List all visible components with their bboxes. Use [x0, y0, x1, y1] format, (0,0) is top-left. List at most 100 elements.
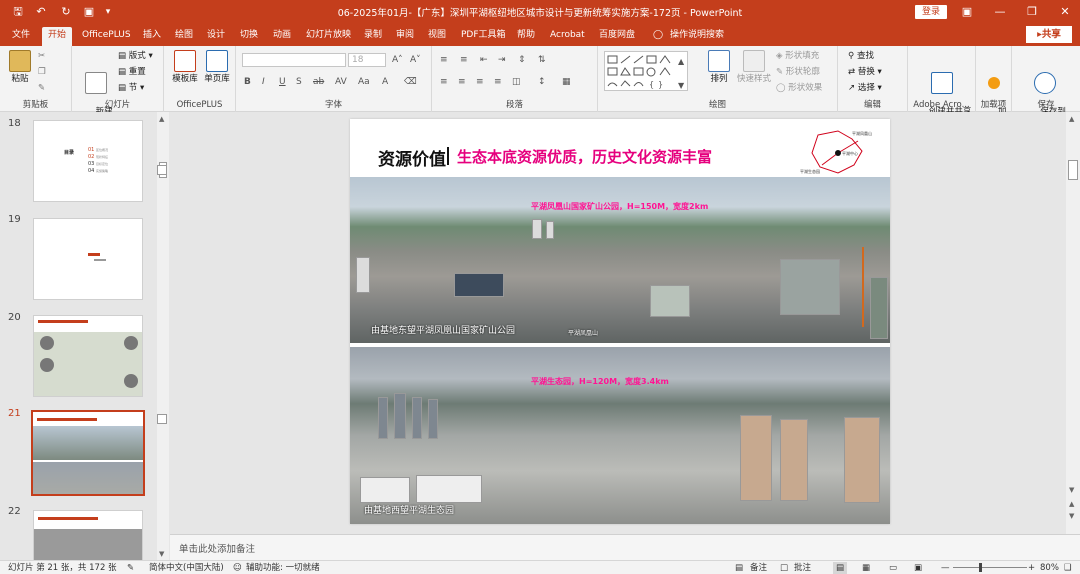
notes-toggle[interactable]: 备注 [750, 562, 767, 574]
section-button[interactable]: ▤ 节 ▾ [118, 82, 144, 94]
normal-view-icon[interactable]: ▤ [833, 562, 848, 574]
share-button[interactable]: ▸共享 [1026, 26, 1072, 43]
paste-button[interactable]: 粘贴 [6, 50, 34, 85]
reset-button[interactable]: ▤ 重置 [118, 66, 146, 78]
shape-fill-button[interactable]: ◈ 形状填充 [776, 50, 819, 62]
layout-button[interactable]: ▤ 版式 ▾ [118, 50, 153, 62]
bullets-icon[interactable]: ≡ [440, 54, 448, 66]
slide-thumbnail-21[interactable] [31, 410, 145, 496]
tab-design[interactable]: 设计 [207, 27, 225, 46]
tab-help[interactable]: 帮助 [517, 27, 535, 46]
font-color-icon[interactable]: A [382, 76, 388, 88]
shapes-gallery[interactable]: { } ▲ ▼ [604, 51, 688, 91]
tab-acrobat[interactable]: Acrobat [550, 27, 585, 46]
font-name-box[interactable] [242, 53, 346, 67]
tab-home[interactable]: 开始 [42, 27, 73, 46]
tab-review[interactable]: 审阅 [396, 27, 414, 46]
text-direction-icon[interactable]: ⇅ [538, 54, 546, 66]
slide-sorter-icon[interactable]: ▦ [862, 562, 870, 574]
slide-thumbnail-18[interactable]: 目录 01 区位概况 02 现状特征 03 目标定位 04 实施策略 [33, 120, 143, 202]
zoom-out-icon[interactable]: — [941, 562, 950, 574]
strikethrough-icon[interactable]: ab [313, 76, 324, 88]
tell-me-search[interactable]: 操作说明搜索 [670, 27, 724, 46]
tab-officeplus[interactable]: OfficePLUS [82, 27, 131, 46]
next-slide-icon[interactable]: ▼ [1069, 512, 1074, 520]
decrease-indent-icon[interactable]: ⇤ [480, 54, 488, 66]
language-indicator[interactable]: 简体中文(中国大陆) [149, 562, 224, 574]
shape-effects-button[interactable]: ◯ 形状效果 [776, 82, 822, 94]
single-page-library-button[interactable]: 单页库 [202, 50, 232, 85]
notes-placeholder[interactable]: 单击此处添加备注 [179, 541, 255, 555]
comments-toggle[interactable]: 批注 [794, 562, 811, 574]
redo-icon[interactable]: ↻ [58, 4, 74, 20]
spelling-icon[interactable]: ✎ [127, 562, 134, 574]
justify-icon[interactable]: ≡ [494, 76, 502, 88]
select-button[interactable]: ↗ 选择 ▾ [848, 82, 882, 94]
customize-qa-icon[interactable]: ▾ [100, 4, 116, 20]
columns-icon[interactable]: ◫ [512, 76, 521, 88]
slide-scrollbar[interactable]: ▲ ▼ ▲ ▼ [1066, 112, 1080, 534]
zoom-slider[interactable] [953, 567, 1027, 568]
previous-slide-icon[interactable]: ▲ [1069, 500, 1074, 508]
ribbon-display-icon[interactable]: ▣ [957, 3, 977, 21]
shrink-font-icon[interactable]: A˅ [410, 54, 421, 66]
login-button[interactable]: 登录 [915, 5, 947, 19]
photo-west-view[interactable] [350, 347, 890, 524]
change-case-icon[interactable]: Aa [358, 76, 370, 88]
scroll-up-icon[interactable]: ▲ [1069, 115, 1074, 123]
save-icon[interactable]: 🖫 [10, 4, 26, 20]
comments-icon[interactable]: □ [780, 562, 788, 574]
slide-thumbnail-19[interactable] [33, 218, 143, 300]
replace-button[interactable]: ⇄ 替换 ▾ [848, 66, 882, 78]
tab-pdf-toolbox[interactable]: PDF工具箱 [461, 27, 506, 46]
grow-font-icon[interactable]: A˄ [392, 54, 403, 66]
font-size-box[interactable]: 18 [348, 53, 386, 67]
notes-icon[interactable]: ▤ [735, 562, 743, 574]
quick-styles-button[interactable]: 快速样式 [736, 50, 772, 85]
tab-slideshow[interactable]: 幻灯片放映 [306, 27, 351, 46]
minimize-icon[interactable]: — [990, 3, 1010, 21]
tab-animations[interactable]: 动画 [273, 27, 291, 46]
char-spacing-icon[interactable]: AV [335, 76, 347, 88]
restore-icon[interactable]: ❐ [1022, 3, 1042, 21]
left-scroll-handle[interactable] [157, 414, 167, 424]
align-right-icon[interactable]: ≡ [476, 76, 484, 88]
slide-title[interactable]: 资源价值 [378, 145, 446, 170]
slide-thumbnail-20[interactable] [33, 315, 143, 397]
tab-view[interactable]: 视图 [428, 27, 446, 46]
shape-outline-button[interactable]: ✎ 形状轮廓 [776, 66, 820, 78]
scroll-down-icon[interactable]: ▼ [159, 550, 164, 558]
left-scroll-handle[interactable] [157, 165, 167, 175]
slide-thumbnail-22[interactable] [33, 510, 143, 562]
accessibility-icon[interactable]: ☺ [233, 562, 242, 574]
format-painter-icon[interactable]: ✎ [38, 82, 45, 94]
tab-draw[interactable]: 绘图 [175, 27, 193, 46]
reading-view-icon[interactable]: ▭ [889, 562, 897, 574]
close-icon[interactable]: ✕ [1055, 3, 1075, 21]
tab-transitions[interactable]: 切换 [240, 27, 258, 46]
shadow-icon[interactable]: S [296, 76, 302, 88]
fit-to-window-icon[interactable]: ❑ [1064, 562, 1072, 574]
slide-subtitle[interactable]: 生态本底资源优质，历史文化资源丰富 [457, 146, 712, 167]
scroll-thumb[interactable] [1068, 160, 1078, 180]
slideshow-icon[interactable]: ▣ [914, 562, 922, 574]
tab-baidu[interactable]: 百度网盘 [599, 27, 635, 46]
current-slide[interactable]: 资源价值 生态本底资源优质，历史文化资源丰富 平湖凤凰山 平湖生态园 平湖中心 … [350, 119, 890, 524]
numbering-icon[interactable]: ≡ [460, 54, 468, 66]
underline-icon[interactable]: U [279, 76, 286, 88]
template-library-button[interactable]: 模板库 [170, 50, 200, 85]
clear-format-icon[interactable]: ⌫ [404, 76, 417, 88]
line-spacing-icon[interactable]: ⇕ [518, 54, 526, 66]
tab-record[interactable]: 录制 [364, 27, 382, 46]
thumbnails-scrollbar[interactable]: ▲ ▼ [157, 112, 169, 562]
zoom-level[interactable]: 80% [1040, 562, 1059, 574]
align-center-icon[interactable]: ≡ [458, 76, 466, 88]
tab-file[interactable]: 文件 [12, 27, 30, 46]
arrange-button[interactable]: 排列 [702, 50, 736, 85]
increase-indent-icon[interactable]: ⇥ [498, 54, 506, 66]
align-left-icon[interactable]: ≡ [440, 76, 448, 88]
copy-icon[interactable]: ❐ [38, 66, 46, 78]
zoom-in-icon[interactable]: + [1028, 562, 1035, 574]
scroll-up-icon[interactable]: ▲ [159, 115, 164, 123]
accessibility-status[interactable]: 辅助功能: 一切就绪 [246, 562, 320, 574]
